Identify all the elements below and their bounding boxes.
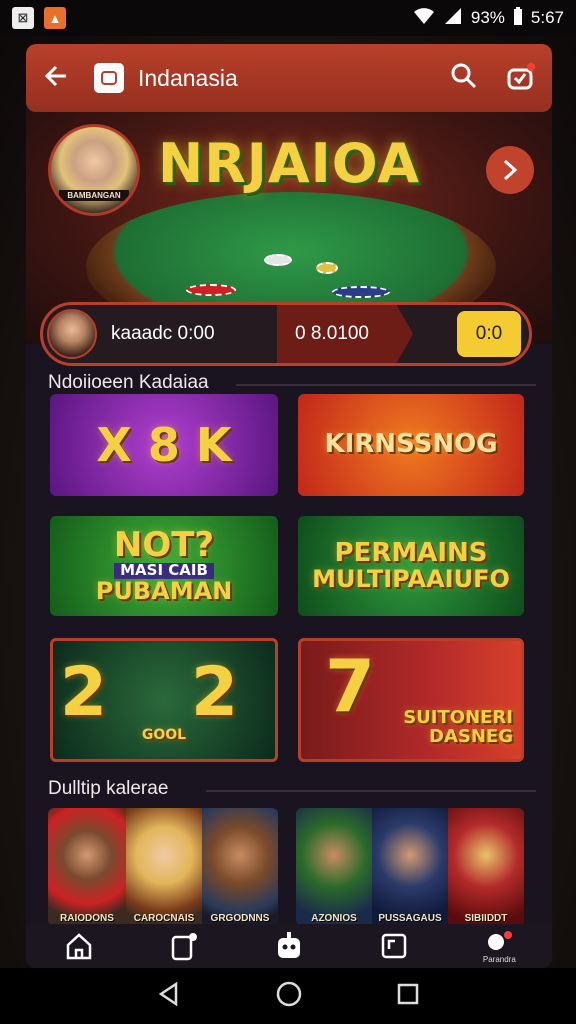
robot-icon <box>277 932 300 958</box>
avatar[interactable]: BAMBANGAN <box>48 124 140 216</box>
live-game-tile[interactable]: RAIODONS CAROCNAIS GRGODNNS <box>48 808 278 926</box>
document-icon <box>381 933 407 959</box>
game-tile[interactable]: KIRNSSNOG <box>298 394 524 496</box>
game-tile-label: PERMAINS <box>334 537 488 568</box>
photo-app-icon: ▲ <box>44 7 66 29</box>
section-divider <box>206 790 536 792</box>
nav-live[interactable] <box>259 930 319 962</box>
system-nav-bar <box>0 968 576 1024</box>
game-tile[interactable]: PERMAINS MULTIPAAIUFO <box>298 516 524 616</box>
game-tile[interactable]: X 8 K <box>50 394 278 496</box>
back-triangle-icon[interactable] <box>156 981 182 1012</box>
live-game-tile[interactable]: AZONIOS PUSSAGAUS SIBIIDDT <box>296 808 524 926</box>
app-window: NRJAIOA BAMBANGAN Indanasia kaaadc 0:00 … <box>26 44 552 968</box>
dealer-name: AZONIOS <box>311 913 357 924</box>
nav-profile-label: Parandra <box>482 954 516 964</box>
status-bar: ⊠ ▲ 93% 5:67 <box>0 0 576 36</box>
game-tile-label: KIRNSSNOG <box>324 429 498 460</box>
nav-home[interactable] <box>49 931 109 961</box>
balance-display: 0 8.0100 <box>277 305 413 363</box>
game-tile-caption: SUITONERI DASNEG <box>403 708 513 748</box>
wallet-bar: kaaadc 0:00 0 8.0100 0:0 <box>40 302 532 366</box>
dealer-name: CAROCNAIS <box>133 913 195 924</box>
game-tile-label: 7 <box>325 644 376 728</box>
game-tile-label: GOOL <box>141 727 187 744</box>
nav-games[interactable] <box>154 931 214 961</box>
app-logo-icon <box>94 63 124 93</box>
home-icon <box>66 933 91 960</box>
back-arrow-icon[interactable] <box>42 63 68 94</box>
dealer-name: PUSSAGAUS <box>378 913 442 924</box>
game-tile-label: 2 2 <box>59 652 269 732</box>
game-tile-label: NOT? <box>113 524 215 565</box>
game-tile-label: MULTIPAAIUFO <box>312 565 510 594</box>
nav-history[interactable] <box>364 931 424 961</box>
home-circle-icon[interactable] <box>275 980 303 1013</box>
dealer-card: SIBIIDDT <box>448 808 524 926</box>
game-tile-label: PUBAMAN <box>95 577 233 606</box>
game-tile[interactable]: 7 SUITONERI DASNEG <box>298 638 524 762</box>
chip-stack <box>316 262 338 274</box>
dealer-name: GRGODNNS <box>210 913 270 924</box>
dealer-name: RAIODONS <box>60 913 114 924</box>
chip-stack <box>186 284 236 296</box>
username-label: kaaadc 0:00 <box>111 323 215 344</box>
chip-stack <box>332 286 390 298</box>
wifi-icon <box>413 7 435 30</box>
clock: 5:67 <box>530 8 564 27</box>
game-tile-label: X 8 K <box>96 417 232 472</box>
gift-notification-icon[interactable] <box>506 61 536 96</box>
nav-profile[interactable]: Parandra <box>469 929 529 964</box>
battery-icon <box>513 6 523 31</box>
page-title: Indanasia <box>138 64 238 91</box>
deposit-button[interactable]: 0:0 <box>457 311 521 357</box>
section-title: Dulltip kalerae <box>48 778 169 799</box>
dealer-card: CAROCNAIS <box>126 808 202 926</box>
bottom-nav: Parandra <box>26 924 552 968</box>
section-title: Ndoiioeen Kadaiaa <box>48 372 209 393</box>
user-avatar[interactable] <box>47 309 97 359</box>
recents-square-icon[interactable] <box>396 982 420 1011</box>
avatar-caption: BAMBANGAN <box>59 190 129 201</box>
slot-machine-icon <box>171 933 197 961</box>
search-icon[interactable] <box>450 62 478 95</box>
top-app-bar: Indanasia <box>26 44 552 112</box>
next-banner-button[interactable] <box>486 146 534 194</box>
notification-icon: ⊠ <box>12 7 34 29</box>
game-tile[interactable]: NOT? MASI CAIB PUBAMAN <box>50 516 278 616</box>
dealer-name: SIBIIDDT <box>464 913 508 924</box>
dealer-card: RAIODONS <box>48 808 126 926</box>
dealer-card: AZONIOS <box>296 808 372 926</box>
dealer-card: PUSSAGAUS <box>372 808 448 926</box>
game-tile-label: DASNEG <box>429 726 513 748</box>
chevron-right-icon <box>503 159 518 181</box>
battery-percentage: 93% <box>470 8 505 27</box>
dealer-card: GRGODNNS <box>202 808 278 926</box>
chip-stack <box>264 254 292 266</box>
signal-icon <box>443 7 463 30</box>
user-gear-icon <box>488 930 513 950</box>
game-tile[interactable]: 2 2 GOOL <box>50 638 278 762</box>
section-divider <box>236 384 536 386</box>
